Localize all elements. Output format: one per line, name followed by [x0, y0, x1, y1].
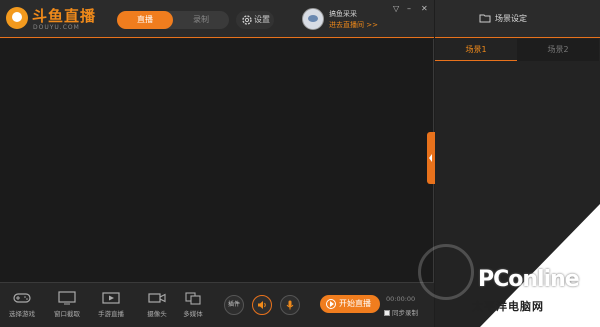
plugin-button[interactable]: 插件 [224, 295, 244, 315]
sync-record-label: 同步录制 [392, 309, 418, 317]
scene-panel-header: 场景设定 [435, 0, 600, 38]
scene-panel-title: 场景设定 [495, 14, 527, 23]
play-icon [326, 299, 336, 309]
select-game-button[interactable]: 选择游戏 [4, 289, 40, 321]
multimedia-button[interactable]: 多媒体 [175, 289, 211, 321]
watermark-circle [418, 244, 474, 300]
mode-record-tab[interactable]: 录制 [173, 11, 229, 29]
top-bar: 斗鱼直播 DOUYU.COM 直播 录制 设置 搞鱼采采 进去直播间 >> ▽ … [0, 0, 434, 38]
mode-toggle: 直播 录制 [117, 11, 229, 29]
douyu-logo-icon [6, 7, 28, 29]
preview-area [0, 39, 434, 282]
close-button[interactable]: ✕ [421, 4, 428, 14]
gamepad-icon [13, 293, 31, 303]
camera-icon [148, 293, 166, 303]
media-icon [185, 292, 201, 305]
camera-label: 摄像头 [147, 310, 167, 318]
settings-button[interactable]: 设置 [236, 11, 274, 29]
bottom-toolbar: 选择游戏 窗口截取 手游直播 摄像头 多媒体 插件 开始直播 00:00:00 … [0, 282, 434, 327]
logo-name: 斗鱼直播 [32, 7, 97, 25]
mode-live-tab[interactable]: 直播 [117, 11, 173, 29]
microphone-icon [286, 300, 294, 310]
checkbox-icon [384, 310, 390, 316]
camera-button[interactable]: 摄像头 [139, 289, 175, 321]
select-game-label: 选择游戏 [9, 310, 35, 318]
user-name: 搞鱼采采 [329, 10, 357, 18]
avatar[interactable] [302, 8, 324, 30]
live-timer: 00:00:00 [386, 295, 416, 303]
sync-record-checkbox[interactable]: 同步录制 [384, 307, 418, 317]
logo: 斗鱼直播 DOUYU.COM [6, 5, 96, 33]
watermark-cn: 太平洋电脑网 [472, 300, 544, 313]
collapse-panel-button[interactable] [427, 132, 435, 184]
watermark-brand: PConline [478, 267, 580, 292]
mobile-live-label: 手游直播 [98, 310, 124, 318]
tab-scene-1[interactable]: 场景1 [435, 39, 517, 61]
monitor-icon [58, 291, 76, 305]
microphone-button[interactable] [280, 295, 300, 315]
window-capture-button[interactable]: 窗口截取 [49, 289, 85, 321]
settings-label: 设置 [254, 15, 270, 24]
enter-room-link[interactable]: 进去直播间 >> [329, 20, 378, 30]
app-window: 斗鱼直播 DOUYU.COM 直播 录制 设置 搞鱼采采 进去直播间 >> ▽ … [0, 0, 600, 327]
tab-scene-2[interactable]: 场景2 [517, 39, 599, 61]
start-live-label: 开始直播 [339, 299, 371, 308]
user-info: 搞鱼采采 进去直播间 >> [302, 6, 392, 34]
dropdown-icon[interactable]: ▽ [393, 4, 399, 14]
start-live-button[interactable]: 开始直播 [320, 295, 380, 313]
speaker-button[interactable] [252, 295, 272, 315]
mobile-live-button[interactable]: 手游直播 [93, 289, 129, 321]
multimedia-label: 多媒体 [183, 310, 203, 318]
minimize-button[interactable]: – [407, 4, 411, 14]
logo-sub: DOUYU.COM [33, 24, 80, 31]
speaker-icon [258, 301, 266, 309]
folder-icon [479, 14, 491, 23]
gear-icon [242, 15, 252, 25]
mobile-video-icon [102, 292, 120, 304]
window-capture-label: 窗口截取 [54, 310, 80, 318]
